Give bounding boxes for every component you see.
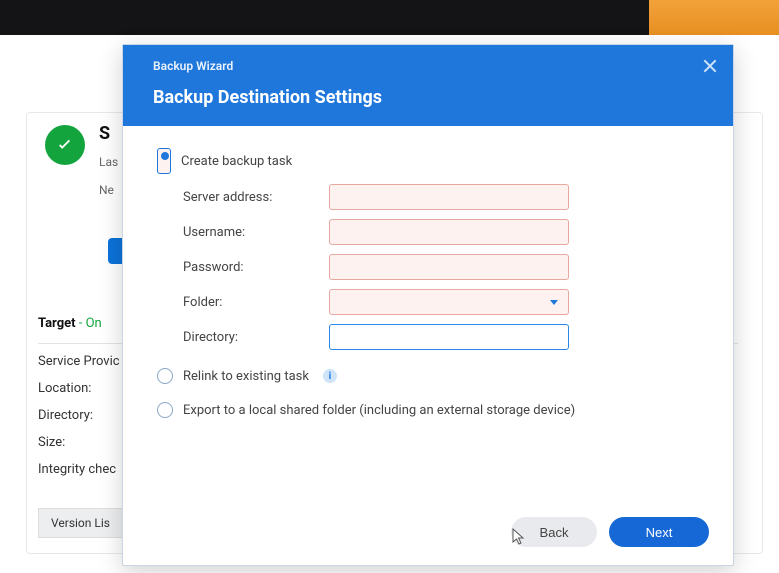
radio-icon[interactable] (157, 368, 173, 384)
label-password: Password: (183, 260, 329, 275)
radio-icon[interactable] (157, 402, 173, 418)
option-relink-label: Relink to existing task (183, 369, 309, 384)
chevron-down-icon (550, 300, 558, 305)
close-icon[interactable] (703, 59, 717, 73)
backup-wizard-modal: Backup Wizard Backup Destination Setting… (122, 44, 734, 566)
directory-input[interactable] (329, 324, 569, 350)
modal-wizard-label: Backup Wizard (153, 59, 711, 73)
option-export[interactable]: Export to a local shared folder (includi… (157, 402, 703, 418)
option-create-label: Create backup task (181, 154, 292, 169)
label-username: Username: (183, 225, 329, 240)
modal-footer: Back Next (123, 503, 733, 565)
option-export-label: Export to a local shared folder (includi… (183, 403, 575, 418)
folder-select[interactable] (329, 289, 569, 315)
label-server: Server address: (183, 190, 329, 205)
password-input[interactable] (329, 254, 569, 280)
success-icon (45, 125, 85, 165)
version-list-button[interactable]: Version Lis (38, 508, 123, 538)
back-button[interactable]: Back (511, 517, 597, 547)
username-input[interactable] (329, 219, 569, 245)
option-create-backup[interactable]: Create backup task (157, 148, 703, 174)
task-status: S Las Ne (45, 125, 118, 199)
modal-title: Backup Destination Settings (153, 87, 711, 108)
modal-header: Backup Wizard Backup Destination Setting… (123, 45, 733, 126)
target-status: - On (79, 316, 102, 331)
info-icon[interactable]: i (323, 369, 337, 383)
top-bar-accent (649, 0, 779, 35)
target-label: Target (38, 316, 76, 331)
window-top-bar (0, 0, 779, 35)
background-button-partial[interactable] (108, 238, 122, 264)
task-title: S (99, 125, 118, 143)
radio-selected-icon[interactable] (157, 148, 171, 174)
modal-body: Create backup task Server address: Usern… (123, 126, 733, 503)
task-line-2: Ne (99, 181, 118, 199)
option-relink[interactable]: Relink to existing task i (157, 368, 703, 384)
next-button[interactable]: Next (609, 517, 709, 547)
task-line-1: Las (99, 153, 118, 171)
label-folder: Folder: (183, 295, 329, 310)
server-address-input[interactable] (329, 184, 569, 210)
label-directory: Directory: (183, 330, 329, 345)
